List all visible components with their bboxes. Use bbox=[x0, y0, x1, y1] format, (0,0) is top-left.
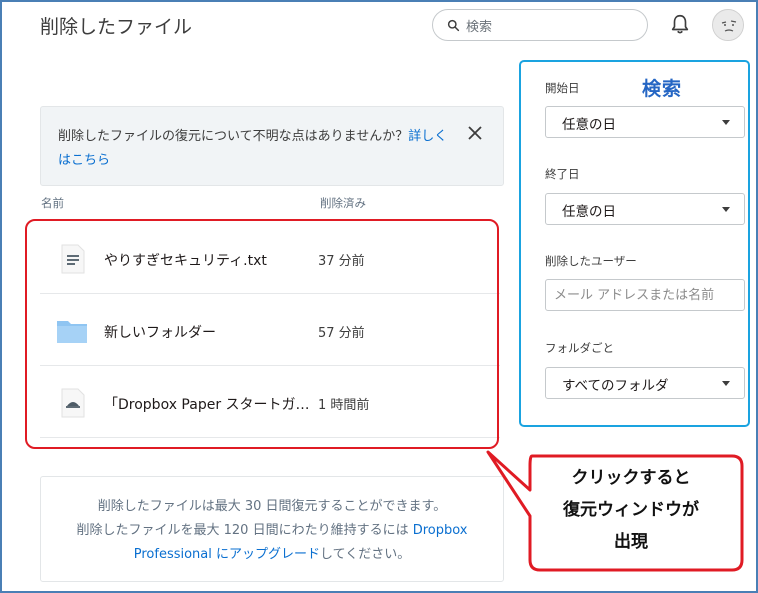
search-placeholder: 検索 bbox=[466, 19, 493, 35]
deleted-by-label: 削除したユーザー bbox=[545, 254, 637, 268]
annotation-callout-text: クリックすると 復元ウィンドウが 出現 bbox=[563, 468, 699, 552]
page-title: 削除したファイル bbox=[40, 16, 193, 38]
search-input[interactable]: 検索 bbox=[432, 9, 648, 41]
end-date-label: 終了日 bbox=[545, 167, 580, 181]
restore-help-notice: 削除したファイルの復元について不明な点はありませんか？詳しくはこちら bbox=[40, 106, 504, 186]
info-line-1: 削除したファイルは最大 30 日間復元することができます。 bbox=[97, 499, 447, 514]
dropbox-link[interactable]: Dropbox bbox=[413, 523, 468, 538]
upgrade-link[interactable]: Professional にアップグレード bbox=[134, 547, 320, 562]
info-line-2: 削除したファイルを最大 120 日間にわたり維持するには Dropbox bbox=[76, 523, 468, 538]
column-header-name[interactable]: 名前 bbox=[41, 195, 64, 211]
chevron-down-icon bbox=[722, 381, 730, 386]
chevron-down-icon bbox=[722, 207, 730, 212]
annotation-highlight-box bbox=[25, 219, 499, 449]
deleted-by-input[interactable] bbox=[545, 279, 745, 311]
filter-sidebar: 検索 開始日 任意の日 終了日 任意の日 削除したユーザー フォルダごと すべて… bbox=[519, 60, 750, 427]
column-header-deleted[interactable]: 削除済み bbox=[320, 195, 366, 211]
notice-text: 削除したファイルの復元について不明な点はありませんか？ bbox=[58, 129, 409, 144]
end-date-select[interactable]: 任意の日 bbox=[545, 193, 745, 225]
folder-select[interactable]: すべてのフォルダ bbox=[545, 367, 745, 399]
bell-icon[interactable] bbox=[669, 13, 691, 35]
start-date-select[interactable]: 任意の日 bbox=[545, 106, 745, 138]
close-icon[interactable] bbox=[467, 125, 483, 141]
info-line-3: Professional にアップグレードしてください。 bbox=[133, 547, 411, 562]
chevron-down-icon bbox=[722, 120, 730, 125]
sidebar-annotation-title: 検索 bbox=[642, 78, 683, 100]
start-date-label: 開始日 bbox=[545, 81, 580, 95]
retention-info: 削除したファイルは最大 30 日間復元することができます。 削除したファイルを最… bbox=[40, 476, 504, 582]
search-icon bbox=[447, 19, 460, 31]
folder-label: フォルダごと bbox=[545, 341, 614, 355]
avatar[interactable] bbox=[712, 9, 744, 41]
